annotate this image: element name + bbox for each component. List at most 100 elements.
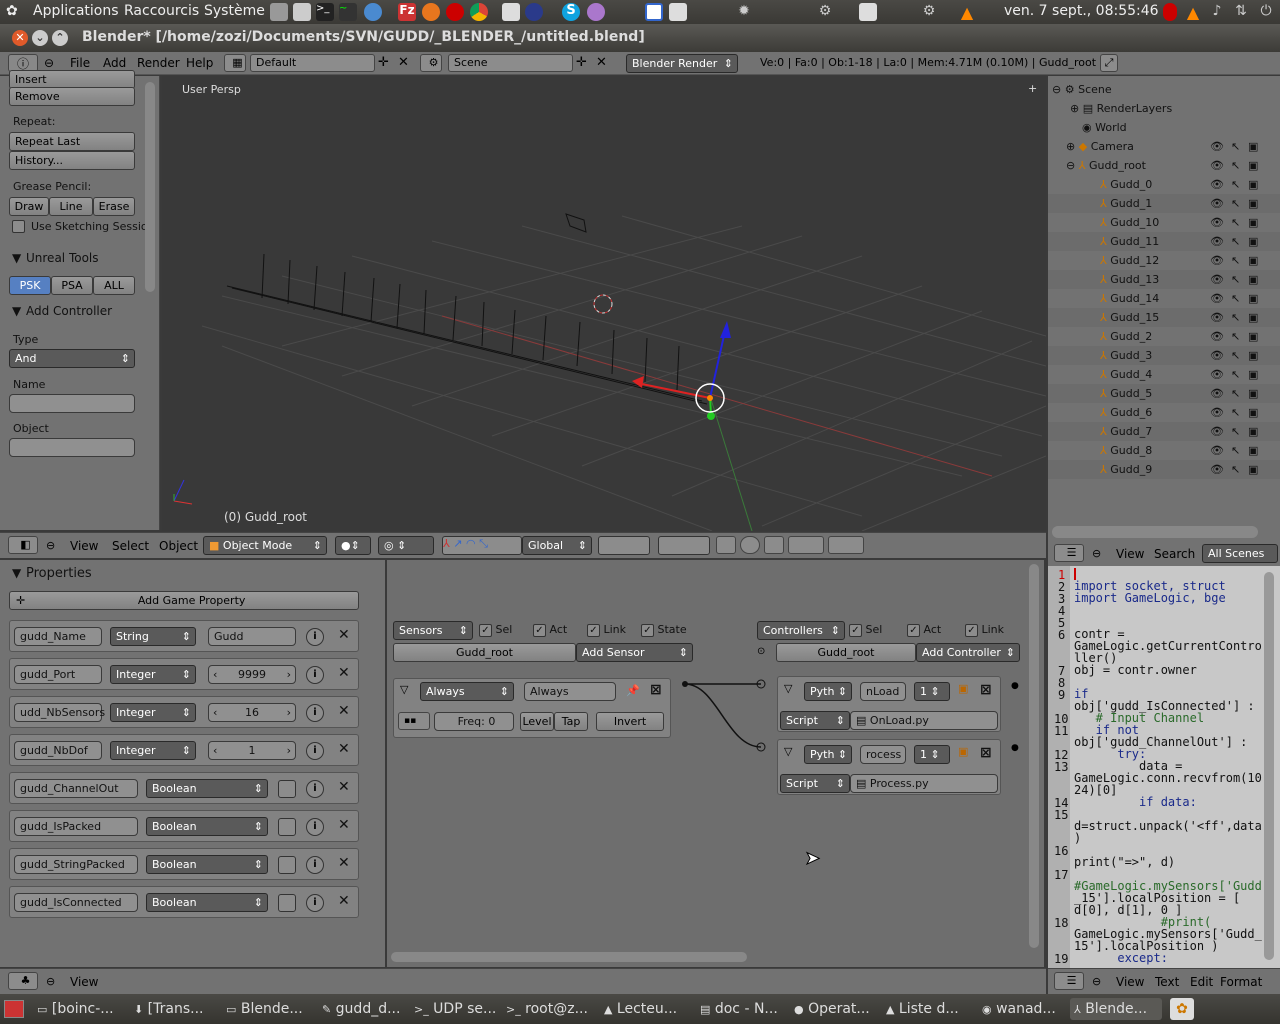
taskbar-item[interactable]: ◉ wanad... (978, 998, 1066, 1020)
remote-desktop-icon[interactable] (645, 3, 663, 21)
remove-button[interactable]: Remove (9, 87, 135, 106)
taskbar-item[interactable]: ● Operat... (790, 998, 878, 1020)
collapse-menu-icon[interactable]: ⊖ (46, 975, 55, 988)
pidgin-icon[interactable] (587, 3, 605, 21)
controllers-sel-checkbox[interactable]: ✓ Sel (849, 623, 882, 637)
property-type-select[interactable]: Integer ⇕ (110, 665, 196, 684)
state-mark-icon[interactable]: ▣ (958, 682, 968, 695)
property-name-input[interactable]: gudd_Name (14, 627, 102, 646)
editor-type-icon[interactable]: ☰ (1054, 972, 1084, 990)
menu-text[interactable]: Text (1155, 975, 1179, 989)
scene-select[interactable]: Scene (448, 54, 573, 72)
debug-info-icon[interactable]: i (306, 894, 324, 912)
display-mode-select[interactable]: All Scenes (1202, 544, 1278, 563)
toolshelf-scrollbar[interactable] (145, 82, 155, 292)
editor-type-icon[interactable]: ☰ (1054, 544, 1084, 562)
rotate-icon[interactable]: ◠ (466, 537, 476, 550)
taskbar-item[interactable]: >_ UDP se... (410, 998, 498, 1020)
object-input[interactable] (9, 438, 135, 457)
name-input[interactable] (9, 394, 135, 413)
outliner-scene[interactable]: ⊖ ⚙ Scene (1048, 80, 1280, 99)
eclipse-icon[interactable] (525, 3, 543, 21)
network-icon[interactable] (364, 3, 382, 21)
property-value-checkbox[interactable] (278, 894, 296, 912)
controller-out-dot[interactable]: ● (1011, 743, 1019, 753)
remove-property-icon[interactable]: ✕ (338, 779, 350, 795)
taskbar-item[interactable]: ✎ gudd_d... (318, 998, 406, 1020)
sensors-sel-checkbox[interactable]: ✓ Sel (479, 623, 512, 637)
menu-raccourcis[interactable]: Raccourcis (124, 3, 199, 19)
workspace-switcher-icon[interactable]: ✿ (1170, 998, 1194, 1020)
add-scene-icon[interactable]: ✛ (576, 55, 587, 70)
invert-button[interactable]: Invert (596, 712, 664, 731)
increment-icon[interactable]: › (287, 742, 291, 759)
z-manipulator[interactable] (709, 330, 726, 399)
menu-view[interactable]: View (1116, 975, 1144, 989)
proportional-icon[interactable] (740, 536, 760, 554)
vlc-tray-icon[interactable]: ▲ (1184, 3, 1202, 22)
remove-property-icon[interactable]: ✕ (338, 665, 350, 681)
state-mark-icon[interactable]: ▣ (958, 745, 968, 758)
menu-format[interactable]: Format (1220, 975, 1262, 989)
notes-icon[interactable] (859, 3, 877, 21)
filezilla-icon[interactable]: Fz (398, 3, 416, 21)
priority-select[interactable]: 1 ⇕ (914, 682, 950, 701)
script-mode-select[interactable]: Script ⇕ (780, 711, 850, 730)
erase-button[interactable]: Erase (93, 197, 135, 216)
expand-icon[interactable]: ⊕ (1070, 102, 1079, 115)
property-value-input[interactable]: Gudd (208, 627, 296, 646)
outliner-renderlayers[interactable]: ⊕ ▤ RenderLayers (1048, 99, 1280, 118)
manipulator-toggle-icon[interactable]: ⅄ (443, 537, 450, 550)
remove-property-icon[interactable]: ✕ (338, 741, 350, 757)
add-game-property-button[interactable]: ✛ Add Game Property (9, 591, 359, 610)
scale-icon[interactable]: ⤡ (479, 537, 488, 550)
network-monitor-icon[interactable] (270, 3, 288, 21)
fullscreen-icon[interactable]: ⤢ (1100, 54, 1118, 72)
menu-view[interactable]: View (1116, 547, 1144, 561)
snap-toggle-icon[interactable] (764, 536, 784, 554)
unreal-tools-header[interactable]: Unreal Tools (26, 251, 99, 265)
decrement-icon[interactable]: ‹ (213, 666, 217, 683)
controller-type-select[interactable]: Pyth ⇕ (804, 682, 852, 701)
opera-icon[interactable] (446, 3, 464, 21)
add-controller-select[interactable]: Add Controller ⇕ (916, 643, 1020, 662)
remove-controller-icon[interactable]: ⊠ (980, 745, 992, 761)
controller-name-input[interactable]: rocess (860, 745, 906, 764)
render-buttons[interactable] (828, 536, 864, 554)
layout-icon[interactable]: ▦ (224, 54, 246, 72)
collapse-sensor-icon[interactable]: ▽ (400, 683, 408, 696)
controllers-select[interactable]: Controllers ⇕ (757, 621, 845, 640)
property-name-input[interactable]: gudd_Port (14, 665, 102, 684)
taskbar-item[interactable]: ▤ doc - N... (696, 998, 786, 1020)
freq-input[interactable]: Freq: 0 (434, 712, 514, 731)
priority-select[interactable]: 1 ⇕ (914, 745, 950, 764)
outliner-world[interactable]: ◉ World (1048, 118, 1280, 137)
add-layout-icon[interactable]: ✛ (378, 55, 389, 70)
all-button[interactable]: ALL (93, 276, 135, 295)
vlc-icon[interactable]: ▲ (958, 3, 976, 22)
mode-select[interactable]: ■ Object Mode ⇕ (203, 536, 327, 555)
orientation-select[interactable]: Global ⇕ (522, 536, 592, 555)
property-value-checkbox[interactable] (278, 818, 296, 836)
remove-property-icon[interactable]: ✕ (338, 893, 350, 909)
draw-button[interactable]: Draw (9, 197, 49, 216)
script-mode-select[interactable]: Script ⇕ (780, 774, 850, 793)
type-select[interactable]: And ⇕ (9, 349, 135, 368)
controller-type-select[interactable]: Pyth ⇕ (804, 745, 852, 764)
sensor-type-select[interactable]: Always ⇕ (420, 682, 514, 701)
debug-info-icon[interactable]: i (306, 818, 324, 836)
debug-info-icon[interactable]: i (306, 666, 324, 684)
property-type-select[interactable]: Boolean ⇕ (146, 817, 268, 836)
translate-icon[interactable]: ↗ (453, 537, 462, 550)
add-controller-header[interactable]: Add Controller (26, 304, 112, 318)
updown-icon[interactable]: ⇅ (1232, 3, 1250, 21)
terminal-icon[interactable]: >_ (316, 3, 334, 21)
sketch-checkbox[interactable] (12, 220, 25, 233)
increment-icon[interactable]: › (287, 666, 291, 683)
lock-layers-icon[interactable] (716, 536, 736, 554)
history-button[interactable]: History... (9, 151, 135, 170)
pivot-select[interactable]: ◎ ⇕ (378, 536, 434, 555)
controller-name-input[interactable]: nLoad (860, 682, 906, 701)
taskbar-item[interactable]: ▭ Blende... (222, 998, 314, 1020)
controller-out-dot[interactable]: ● (1011, 681, 1019, 691)
